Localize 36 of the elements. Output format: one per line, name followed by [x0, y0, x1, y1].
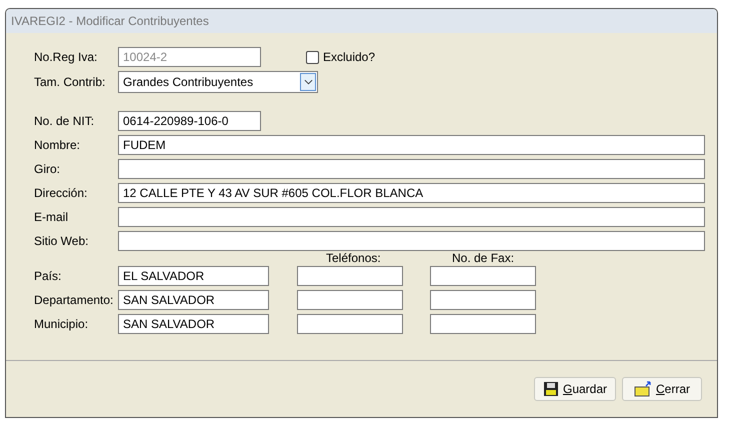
- field-label: Giro:: [33, 162, 62, 176]
- text-field[interactable]: [118, 207, 705, 227]
- window-title: IVAREGI2 - Modificar Contribuyentes: [6, 9, 717, 33]
- text-field[interactable]: 0614-220989-106-0: [118, 111, 261, 131]
- text-field[interactable]: EL SALVADOR: [118, 266, 269, 286]
- text-field[interactable]: 12 CALLE PTE Y 43 AV SUR #605 COL.FLOR BLANCA: [118, 183, 705, 203]
- field-label: Sitio Web:: [33, 234, 90, 248]
- field-label: Tam. Contrib:: [33, 75, 106, 89]
- excluido-checkbox[interactable]: [306, 50, 319, 64]
- chevron-down-icon[interactable]: [300, 73, 316, 91]
- text-field[interactable]: [118, 159, 705, 179]
- field-label: No.Reg Iva:: [33, 50, 98, 64]
- field-label: País:: [33, 269, 62, 283]
- field-label: Municipio:: [33, 317, 90, 331]
- field-label: E-mail: [33, 210, 70, 224]
- text-field[interactable]: SAN SALVADOR: [118, 314, 269, 334]
- text-field[interactable]: FUDEM: [118, 135, 705, 155]
- checkbox-label[interactable]: Excluido?: [323, 50, 376, 64]
- phone-field[interactable]: [297, 266, 403, 286]
- column-header: No. de Fax:: [452, 252, 514, 264]
- field-label: Dirección:: [33, 186, 88, 200]
- fax-field[interactable]: [430, 290, 536, 310]
- save-button[interactable]: Guardar: [534, 377, 616, 401]
- field-label: Nombre:: [33, 138, 82, 152]
- fax-field[interactable]: [430, 314, 536, 334]
- fax-field[interactable]: [430, 266, 536, 286]
- field-label: Departamento:: [33, 293, 114, 307]
- text-field[interactable]: SAN SALVADOR: [118, 290, 269, 310]
- phone-field[interactable]: [297, 290, 403, 310]
- close-button[interactable]: Cerrar: [622, 377, 702, 401]
- tam-contrib-dropdown[interactable]: Grandes Contribuyentes: [118, 71, 318, 93]
- text-field[interactable]: [118, 231, 705, 251]
- column-header: Teléfonos:: [326, 252, 381, 264]
- field-label: No. de NIT:: [33, 114, 96, 128]
- folder-arrow-icon: [634, 381, 652, 397]
- phone-field[interactable]: [297, 314, 403, 334]
